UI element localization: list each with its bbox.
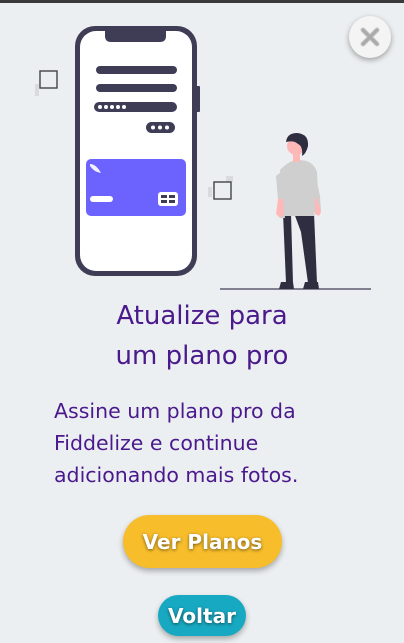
title-line-1: Atualize para (116, 301, 288, 331)
close-button[interactable] (349, 16, 391, 58)
see-plans-button[interactable]: Ver Planos (123, 515, 282, 568)
modal-title: Atualize para um plano pro (0, 296, 404, 376)
description-line-2: Fiddelize e continue (54, 431, 259, 455)
back-button[interactable]: Voltar (158, 595, 246, 636)
description-line-3: adicionando mais fotos. (54, 463, 299, 487)
description-line-1: Assine um plano pro da (54, 399, 296, 423)
person-illustration (220, 133, 371, 290)
upgrade-illustration (35, 26, 371, 290)
modal-description: Assine um plano pro da Fiddelize e conti… (54, 395, 374, 491)
title-line-2: um plano pro (115, 341, 289, 371)
phone-illustration (75, 26, 200, 276)
close-icon (360, 27, 380, 47)
